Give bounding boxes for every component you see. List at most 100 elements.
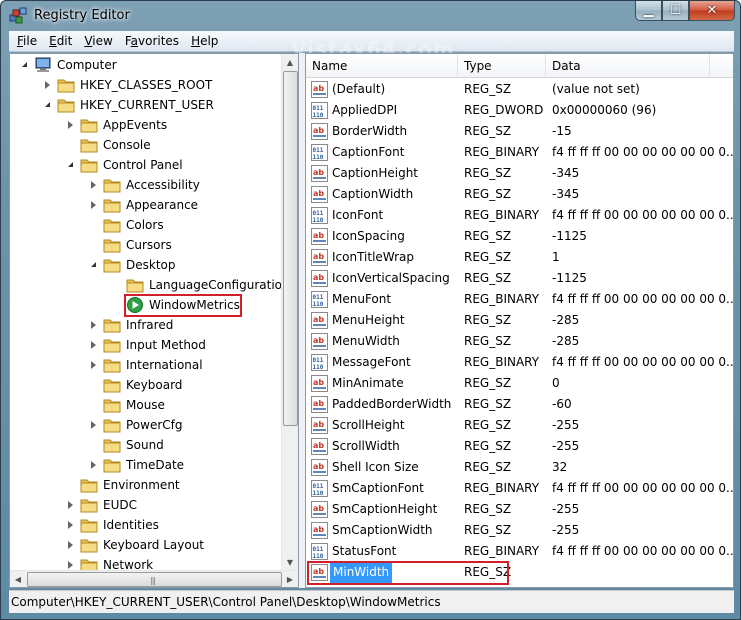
value-row-smcaptionheight[interactable]: ab SmCaptionHeight REG_SZ -255 [306, 499, 733, 520]
expand-arrow-icon[interactable] [68, 121, 73, 129]
value-row-iconverticalspacing[interactable]: ab IconVerticalSpacing REG_SZ -1125 [306, 268, 733, 289]
value-type: REG_SZ [464, 502, 512, 516]
expand-arrow-icon[interactable] [91, 201, 96, 209]
value-type: REG_SZ [464, 124, 512, 138]
tree-node-appearance[interactable]: Appearance [10, 195, 282, 215]
value-row-menuwidth[interactable]: ab MenuWidth REG_SZ -285 [306, 331, 733, 352]
value-row-messagefont[interactable]: 011 110 MessageFont REG_BINARY f4 ff ff ff 0… [306, 352, 733, 373]
tree-node-eudc[interactable]: EUDC [10, 495, 282, 515]
folder-icon [103, 257, 121, 273]
value-row-captionwidth[interactable]: ab CaptionWidth REG_SZ -345 [306, 184, 733, 205]
tree-vertical-scrollbar[interactable]: ▲ ▼ [281, 54, 298, 571]
svg-text:ab: ab [313, 462, 324, 471]
tree-node-identities[interactable]: Identities [10, 515, 282, 535]
tree-node-mouse[interactable]: Mouse [10, 395, 282, 415]
scroll-down-icon[interactable]: ▼ [282, 554, 298, 571]
value-row-menufont[interactable]: 011 110 MenuFont REG_BINARY f4 ff ff ff 00 0… [306, 289, 733, 310]
collapse-arrow-icon[interactable] [45, 102, 50, 107]
svg-text:ab: ab [313, 420, 324, 429]
close-button[interactable]: ✕ [689, 1, 735, 21]
scroll-thumb[interactable] [283, 71, 298, 426]
tree-node-international[interactable]: International [10, 355, 282, 375]
value-row-shell-icon-size[interactable]: ab Shell Icon Size REG_SZ 32 [306, 457, 733, 478]
expand-arrow-icon[interactable] [91, 321, 96, 329]
expand-arrow-icon[interactable] [68, 541, 73, 549]
column-header-type[interactable]: Type [458, 54, 546, 78]
expand-arrow-icon[interactable] [91, 181, 96, 189]
menu-edit[interactable]: Edit [43, 34, 78, 48]
scroll-right-icon[interactable]: ▶ [282, 571, 298, 587]
value-row-captionheight[interactable]: ab CaptionHeight REG_SZ -345 [306, 163, 733, 184]
expand-arrow-icon[interactable] [68, 501, 73, 509]
value-row-icontitlewrap[interactable]: ab IconTitleWrap REG_SZ 1 [306, 247, 733, 268]
tree-node-sound[interactable]: Sound [10, 435, 282, 455]
expand-arrow-icon[interactable] [45, 81, 50, 89]
minimize-button[interactable]: ▁ [635, 1, 662, 21]
expand-arrow-icon[interactable] [91, 461, 96, 469]
value-row-scrollwidth[interactable]: ab ScrollWidth REG_SZ -255 [306, 436, 733, 457]
menu-view[interactable]: View [78, 34, 118, 48]
scroll-up-icon[interactable]: ▲ [282, 54, 298, 71]
tree-horizontal-scrollbar[interactable]: ◀ ||| ▶ [10, 570, 298, 587]
value-data: f4 ff ff ff 00 00 00 00 00 00 0... [552, 544, 734, 558]
value-row-scrollheight[interactable]: ab ScrollHeight REG_SZ -255 [306, 415, 733, 436]
value-row-menuheight[interactable]: ab MenuHeight REG_SZ -285 [306, 310, 733, 331]
expand-arrow-icon[interactable] [68, 561, 73, 569]
tree-node-computer[interactable]: Computer [10, 55, 282, 75]
string-value-icon: ab [311, 81, 328, 98]
menu-favorites[interactable]: Favorites [119, 34, 185, 48]
tree-node-keyboard[interactable]: Keyboard [10, 375, 282, 395]
scroll-thumb[interactable]: ||| [27, 572, 282, 587]
menu-file[interactable]: File [11, 34, 43, 48]
value-row-statusfont[interactable]: 011 110 StatusFont REG_BINARY f4 ff ff ff 00… [306, 541, 733, 562]
collapse-arrow-icon[interactable] [91, 262, 96, 267]
tree-node-environment[interactable]: Environment [10, 475, 282, 495]
tree-node-colors[interactable]: Colors [10, 215, 282, 235]
value-type: REG_SZ [464, 271, 512, 285]
tree-node-hkey-classes-root[interactable]: HKEY_CLASSES_ROOT [10, 75, 282, 95]
value-data: -1125 [552, 229, 587, 243]
column-header-data[interactable]: Data [546, 54, 710, 78]
expand-arrow-icon[interactable] [91, 421, 96, 429]
value-row--default-[interactable]: ab (Default) REG_SZ (value not set) [306, 79, 733, 100]
value-row-smcaptionfont[interactable]: 011 110 SmCaptionFont REG_BINARY f4 ff ff ff… [306, 478, 733, 499]
value-row-borderwidth[interactable]: ab BorderWidth REG_SZ -15 [306, 121, 733, 142]
tree-node-languageconfiguration[interactable]: LanguageConfiguration [10, 275, 290, 295]
tree-node-cursors[interactable]: Cursors [10, 235, 282, 255]
expand-arrow-icon[interactable] [91, 361, 96, 369]
tree-node-console[interactable]: Console [10, 135, 282, 155]
value-row-iconfont[interactable]: 011 110 IconFont REG_BINARY f4 ff ff ff 00 0… [306, 205, 733, 226]
expand-arrow-icon[interactable] [68, 521, 73, 529]
key-tree-pane[interactable]: Computer HKEY_CLASSES_ROOT HKEY_CURRENT_US… [9, 53, 299, 588]
title-bar[interactable]: Registry Editor ▁ ☐ ✕ [1, 1, 740, 31]
folder-icon [103, 177, 121, 193]
tree-node-appevents[interactable]: AppEvents [10, 115, 282, 135]
tree-node-accessibility[interactable]: Accessibility [10, 175, 282, 195]
svg-text:ab: ab [313, 273, 324, 282]
menu-help[interactable]: Help [185, 34, 224, 48]
collapse-arrow-icon[interactable] [68, 162, 73, 167]
tree-node-hkey-current-user[interactable]: HKEY_CURRENT_USER [10, 95, 282, 115]
tree-node-powercfg[interactable]: PowerCfg [10, 415, 282, 435]
maximize-button[interactable]: ☐ [662, 1, 689, 21]
value-list-pane[interactable]: Name Type Data ab (Default) REG_SZ (value n… [305, 53, 734, 588]
value-row-minanimate[interactable]: ab MinAnimate REG_SZ 0 [306, 373, 733, 394]
value-row-applieddpi[interactable]: 011 110 AppliedDPI REG_DWORD 0x00000060 (96) [306, 100, 733, 121]
svg-text:ab: ab [313, 399, 324, 408]
tree-node-keyboard-layout[interactable]: Keyboard Layout [10, 535, 282, 555]
tree-node-infrared[interactable]: Infrared [10, 315, 282, 335]
value-row-captionfont[interactable]: 011 110 CaptionFont REG_BINARY f4 ff ff ff 0… [306, 142, 733, 163]
value-row-iconspacing[interactable]: ab IconSpacing REG_SZ -1125 [306, 226, 733, 247]
tree-node-control-panel[interactable]: Control Panel [10, 155, 282, 175]
value-row-smcaptionwidth[interactable]: ab SmCaptionWidth REG_SZ -255 [306, 520, 733, 541]
tree-node-desktop[interactable]: Desktop [10, 255, 282, 275]
tree-node-input-method[interactable]: Input Method [10, 335, 282, 355]
value-row-paddedborderwidth[interactable]: ab PaddedBorderWidth REG_SZ -60 [306, 394, 733, 415]
binary-value-icon: 011 110 [311, 291, 328, 308]
column-header-name[interactable]: Name [306, 54, 458, 78]
tree-node-timedate[interactable]: TimeDate [10, 455, 282, 475]
scroll-left-icon[interactable]: ◀ [10, 571, 26, 587]
expand-arrow-icon[interactable] [91, 341, 96, 349]
value-type: REG_SZ [464, 82, 512, 96]
collapse-arrow-icon[interactable] [22, 62, 27, 67]
